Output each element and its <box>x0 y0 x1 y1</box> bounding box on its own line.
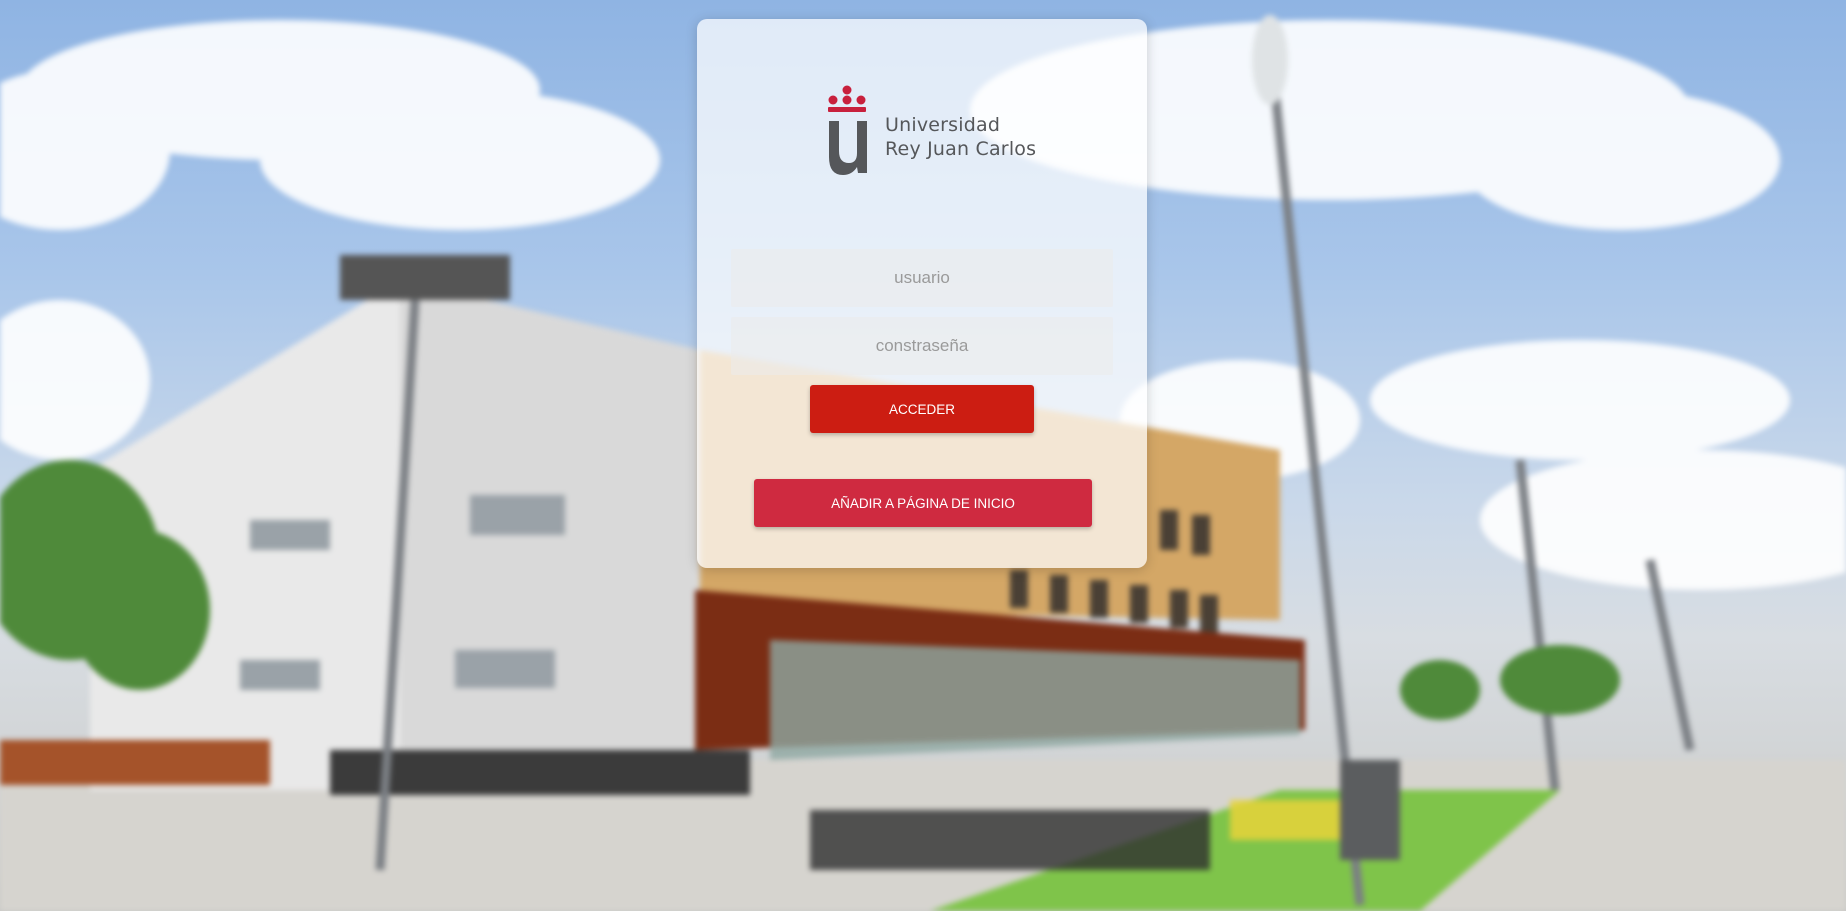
password-input[interactable] <box>731 317 1113 375</box>
university-name-line1: Universidad <box>885 114 1001 136</box>
login-card: Universidad Rey Juan Carlos ACCEDER AÑAD… <box>697 19 1147 568</box>
university-name-line2: Rey Juan Carlos <box>885 138 1037 160</box>
university-logo: Universidad Rey Juan Carlos <box>825 85 1036 177</box>
login-button[interactable]: ACCEDER <box>810 385 1034 433</box>
add-to-home-screen-button[interactable]: AÑADIR A PÁGINA DE INICIO <box>754 479 1092 527</box>
university-name: Universidad Rey Juan Carlos <box>885 113 1036 161</box>
username-input[interactable] <box>731 249 1113 307</box>
urjc-crowned-u-icon <box>828 85 867 175</box>
